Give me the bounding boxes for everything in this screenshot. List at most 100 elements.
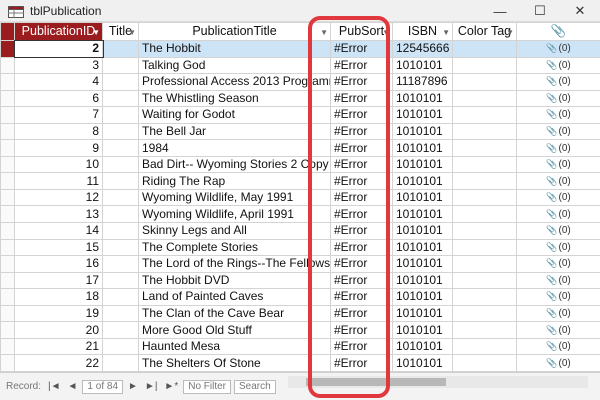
cell-title[interactable] xyxy=(102,288,139,306)
cell-title[interactable] xyxy=(102,354,139,372)
cell-title[interactable] xyxy=(102,222,139,240)
dropdown-arrow-icon[interactable]: ▼ xyxy=(320,25,328,40)
cell-title[interactable] xyxy=(102,337,139,356)
cell-publicationtitle[interactable]: Skinny Legs and All xyxy=(138,222,331,240)
cell-isbn[interactable]: 1010101 xyxy=(392,271,453,290)
cell-attachments[interactable]: 📎(0) xyxy=(516,304,600,323)
cell-color-tag[interactable] xyxy=(452,155,517,174)
column-header-attachments[interactable]: 📎 xyxy=(516,22,600,41)
cell-isbn[interactable]: 1010101 xyxy=(392,255,453,273)
cell-pubsort[interactable]: #Error xyxy=(330,89,393,108)
cell-color-tag[interactable] xyxy=(452,354,517,372)
record-position-input[interactable]: 1 of 84 xyxy=(82,379,124,394)
cell-pubsort[interactable]: #Error xyxy=(330,106,393,124)
cell-pubsort[interactable]: #Error xyxy=(330,354,393,372)
row-selector[interactable] xyxy=(0,139,15,157)
cell-publicationtitle[interactable]: The Hobbit DVD xyxy=(138,271,331,290)
cell-attachments[interactable]: 📎(0) xyxy=(516,255,600,273)
row-selector[interactable] xyxy=(0,222,15,240)
cell-publicationid[interactable]: 9 xyxy=(14,139,103,157)
cell-publicationtitle[interactable]: The Hobbit xyxy=(138,40,331,58)
table-row[interactable]: 9 1984 #Error 1010101 📎(0) xyxy=(0,139,600,157)
cell-title[interactable] xyxy=(102,205,139,224)
filter-button[interactable]: No Filter xyxy=(183,379,232,394)
cell-color-tag[interactable] xyxy=(452,40,517,58)
cell-isbn[interactable]: 1010101 xyxy=(392,222,453,240)
cell-attachments[interactable]: 📎(0) xyxy=(516,172,600,190)
column-header-isbn[interactable]: ISBN ▼ xyxy=(392,22,453,41)
cell-isbn[interactable]: 1010101 xyxy=(392,155,453,174)
cell-publicationid[interactable]: 7 xyxy=(14,106,103,124)
cell-isbn[interactable]: 1010101 xyxy=(392,321,453,339)
cell-pubsort[interactable]: #Error xyxy=(330,155,393,174)
table-row[interactable]: 15 The Complete Stories #Error 1010101 📎(0) xyxy=(0,238,600,257)
cell-publicationid[interactable]: 22 xyxy=(14,354,103,372)
cell-publicationtitle[interactable]: Wyoming Wildlife, April 1991 xyxy=(138,205,331,224)
cell-isbn[interactable]: 1010101 xyxy=(392,205,453,224)
cell-isbn[interactable]: 1010101 xyxy=(392,188,453,207)
cell-attachments[interactable]: 📎(0) xyxy=(516,155,600,174)
row-selector[interactable] xyxy=(0,271,15,290)
row-selector[interactable] xyxy=(0,40,15,58)
cell-isbn[interactable]: 1010101 xyxy=(392,238,453,257)
cell-attachments[interactable]: 📎(0) xyxy=(516,73,600,91)
cell-publicationtitle[interactable]: The Complete Stories xyxy=(138,238,331,257)
cell-publicationid[interactable]: 4 xyxy=(14,73,103,91)
cell-title[interactable] xyxy=(102,172,139,190)
cell-color-tag[interactable] xyxy=(452,205,517,224)
column-header-pubsort[interactable]: PubSort ▼ xyxy=(330,22,393,41)
cell-publicationid[interactable]: 12 xyxy=(14,188,103,207)
cell-color-tag[interactable] xyxy=(452,106,517,124)
cell-color-tag[interactable] xyxy=(452,73,517,91)
row-selector[interactable] xyxy=(0,56,15,75)
cell-color-tag[interactable] xyxy=(452,89,517,108)
cell-publicationid[interactable]: 11 xyxy=(14,172,103,190)
cell-attachments[interactable]: 📎(0) xyxy=(516,205,600,224)
cell-attachments[interactable]: 📎(0) xyxy=(516,271,600,290)
cell-publicationid[interactable]: 15 xyxy=(14,238,103,257)
cell-attachments[interactable]: 📎(0) xyxy=(516,321,600,339)
cell-color-tag[interactable] xyxy=(452,222,517,240)
cell-color-tag[interactable] xyxy=(452,255,517,273)
cell-publicationtitle[interactable]: The Whistling Season xyxy=(138,89,331,108)
cell-publicationtitle[interactable]: Bad Dirt-- Wyoming Stories 2 Copy 1 xyxy=(138,155,331,174)
row-selector[interactable] xyxy=(0,238,15,257)
previous-record-button[interactable]: ◄ xyxy=(66,380,80,394)
cell-title[interactable] xyxy=(102,73,139,91)
cell-isbn[interactable]: 1010101 xyxy=(392,139,453,157)
last-record-button[interactable]: ►| xyxy=(143,380,160,394)
cell-publicationid[interactable]: 8 xyxy=(14,122,103,141)
minimize-button[interactable]: — xyxy=(480,0,520,22)
cell-title[interactable] xyxy=(102,122,139,141)
cell-publicationtitle[interactable]: More Good Old Stuff xyxy=(138,321,331,339)
cell-color-tag[interactable] xyxy=(452,337,517,356)
cell-title[interactable] xyxy=(102,155,139,174)
cell-pubsort[interactable]: #Error xyxy=(330,122,393,141)
column-header-publicationid[interactable]: PublicationID ▼ xyxy=(14,22,103,41)
cell-publicationid[interactable]: 2 xyxy=(13,39,104,59)
cell-publicationtitle[interactable]: Haunted Mesa xyxy=(138,337,331,356)
row-selector[interactable] xyxy=(0,172,15,190)
cell-publicationtitle[interactable]: Wyoming Wildlife, May 1991 xyxy=(138,188,331,207)
cell-pubsort[interactable]: #Error xyxy=(330,222,393,240)
cell-color-tag[interactable] xyxy=(452,321,517,339)
table-row[interactable]: 14 Skinny Legs and All #Error 1010101 📎(0) xyxy=(0,222,600,240)
cell-attachments[interactable]: 📎(0) xyxy=(516,354,600,372)
cell-pubsort[interactable]: #Error xyxy=(330,321,393,339)
cell-attachments[interactable]: 📎(0) xyxy=(516,139,600,157)
table-row[interactable]: 8 The Bell Jar #Error 1010101 📎(0) xyxy=(0,122,600,141)
cell-publicationid[interactable]: 6 xyxy=(14,89,103,108)
cell-publicationid[interactable]: 14 xyxy=(14,222,103,240)
row-selector[interactable] xyxy=(0,205,15,224)
cell-publicationtitle[interactable]: The Shelters Of Stone xyxy=(138,354,331,372)
row-selector[interactable] xyxy=(0,255,15,273)
row-selector[interactable] xyxy=(0,288,15,306)
first-record-button[interactable]: |◄ xyxy=(46,380,63,394)
search-input[interactable]: Search xyxy=(234,379,276,394)
table-row[interactable]: 17 The Hobbit DVD #Error 1010101 📎(0) xyxy=(0,271,600,290)
cell-title[interactable] xyxy=(102,304,139,323)
table-row[interactable]: 16 The Lord of the Rings--The Fellowshi #E… xyxy=(0,255,600,273)
cell-publicationtitle[interactable]: Land of Painted Caves xyxy=(138,288,331,306)
cell-publicationid[interactable]: 20 xyxy=(14,321,103,339)
row-selector[interactable] xyxy=(0,337,15,356)
